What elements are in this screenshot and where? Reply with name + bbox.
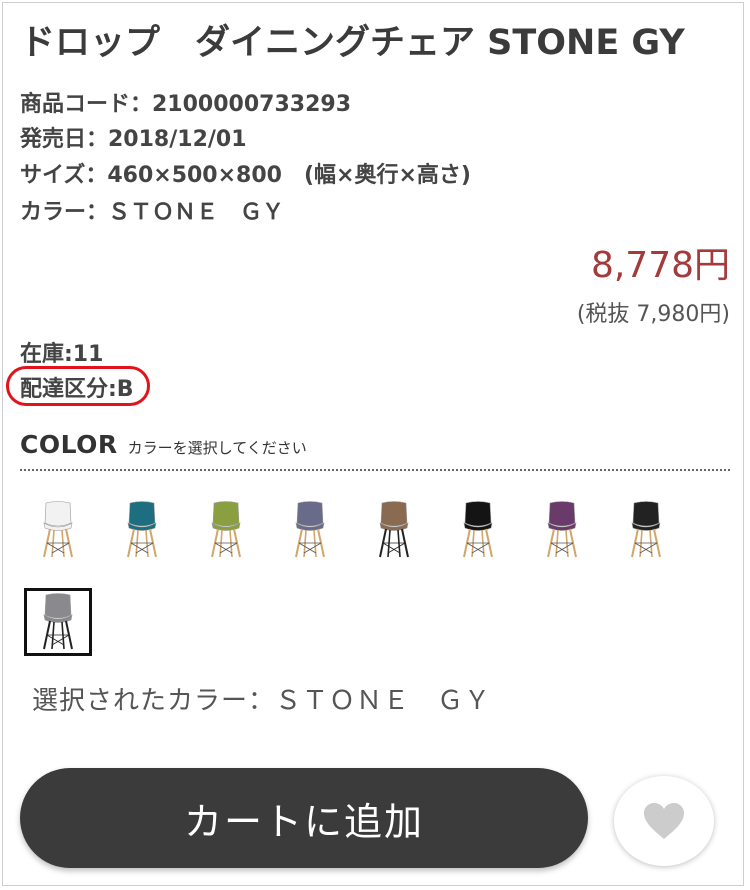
color-heading: COLOR (20, 430, 118, 459)
chair-icon (631, 501, 661, 558)
heart-icon (644, 803, 684, 839)
product-color: カラー：ＳＴＯＮＥ ＧＹ (20, 200, 285, 225)
color-swatch-olive[interactable] (194, 498, 258, 562)
divider (20, 469, 730, 471)
chair-icon (127, 501, 157, 558)
chair-icon (43, 593, 73, 650)
highlight-annotation (6, 366, 150, 406)
color-swatch-purple[interactable] (530, 498, 594, 562)
release-date: 発売日：2018/12/01 (20, 127, 247, 152)
color-section-header: COLOR カラーを選択してください (20, 430, 307, 459)
color-swatch-patchwork[interactable] (278, 498, 342, 562)
color-swatch-white[interactable] (26, 498, 90, 562)
color-swatch-stone-gy[interactable] (24, 588, 92, 656)
selected-color-label: 選択されたカラー：ＳＴＯＮＥ ＧＹ (32, 686, 492, 716)
product-title: ドロップ ダイニングチェア STONE GY (20, 23, 685, 63)
chair-icon (211, 501, 241, 558)
chair-icon (43, 501, 73, 558)
color-subheading: カラーを選択してください (127, 439, 307, 457)
chair-icon (379, 501, 409, 558)
color-swatch-black[interactable] (446, 498, 510, 562)
product-code: 商品コード：2100000733293 (20, 92, 351, 117)
color-swatch-brown[interactable] (362, 498, 426, 562)
chair-icon (463, 501, 493, 558)
favorite-button[interactable] (614, 776, 714, 866)
color-swatch-monochrome[interactable] (614, 498, 678, 562)
price: 8,778円 (590, 245, 730, 286)
price-ex-tax: (税抜 7,980円) (576, 302, 730, 327)
chair-icon (547, 501, 577, 558)
stock-count: 在庫:11 (20, 342, 104, 367)
product-size: サイズ：460×500×800 (幅×奥行×高さ) (20, 163, 471, 188)
color-swatch-teal[interactable] (110, 498, 174, 562)
add-to-cart-button[interactable]: カートに追加 (20, 768, 588, 868)
chair-icon (295, 501, 325, 558)
